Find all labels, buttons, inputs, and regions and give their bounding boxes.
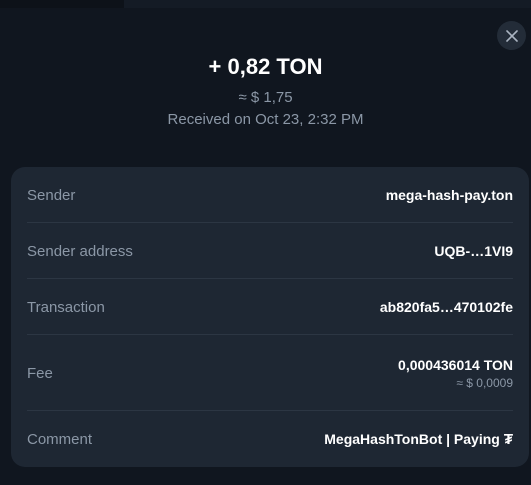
- transaction-details-card: Sender mega-hash-pay.ton Sender address …: [11, 167, 529, 467]
- sender-address-row[interactable]: Sender address UQB-…1VI9: [11, 223, 529, 279]
- top-bar-left: [0, 0, 124, 8]
- sender-value: mega-hash-pay.ton: [385, 187, 513, 203]
- transaction-amount: + 0,82 TON: [208, 54, 323, 79]
- comment-row[interactable]: Comment MegaHashTonBot | Paying ₮: [11, 411, 529, 467]
- transaction-hash: ab820fa5…470102fe: [379, 299, 513, 315]
- comment-value-wrap: MegaHashTonBot | Paying ₮: [324, 431, 513, 448]
- fee-label: Fee: [27, 364, 53, 382]
- sender-label: Sender: [27, 186, 76, 204]
- fiat-equivalent: ≈ $ 1,75: [238, 89, 293, 106]
- fee-value: 0,000436014 TON: [398, 356, 513, 373]
- fee-values: 0,000436014 TON ≈ $ 0,0009: [398, 357, 513, 390]
- sender-address-label: Sender address: [27, 242, 133, 260]
- tether-glyph: ₮: [503, 430, 513, 448]
- close-button[interactable]: [497, 21, 526, 50]
- sender-address-value: UQB-…1VI9: [434, 243, 513, 259]
- transaction-header: + 0,82 TON ≈ $ 1,75 Received on Oct 23, …: [0, 52, 531, 130]
- top-bar: [0, 0, 531, 10]
- fee-row: Fee 0,000436014 TON ≈ $ 0,0009: [11, 335, 529, 411]
- comment-label: Comment: [27, 430, 93, 448]
- comment-value: MegaHashTonBot | Paying: [324, 431, 500, 447]
- top-bar-right: [124, 0, 531, 8]
- transaction-label: Transaction: [27, 298, 105, 316]
- sender-row[interactable]: Sender mega-hash-pay.ton: [11, 167, 529, 223]
- transaction-row[interactable]: Transaction ab820fa5…470102fe: [11, 279, 529, 335]
- close-icon: [505, 29, 518, 42]
- fee-fiat: ≈ $ 0,0009: [456, 375, 513, 390]
- received-timestamp: Received on Oct 23, 2:32 PM: [167, 111, 364, 128]
